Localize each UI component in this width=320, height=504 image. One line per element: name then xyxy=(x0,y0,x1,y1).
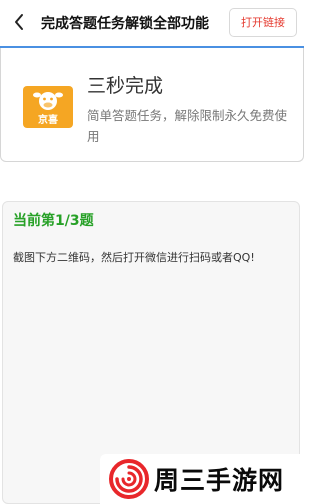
cow-icon xyxy=(33,92,63,110)
swirl-logo-icon xyxy=(109,459,149,499)
page-title: 完成答题任务解锁全部功能 xyxy=(41,16,209,32)
back-button[interactable] xyxy=(8,10,32,34)
task-card: 京喜 三秒完成 简单答题任务，解除限制永久免费使用 xyxy=(0,48,304,162)
watermark-text: 周三手游网 xyxy=(154,466,285,495)
question-progress: 当前第1/3题 xyxy=(13,213,94,229)
open-link-button[interactable]: 打开链接 xyxy=(229,8,297,37)
app-icon: 京喜 xyxy=(23,86,73,128)
chevron-left-icon xyxy=(15,14,23,30)
task-description: 简单答题任务，解除限制永久免费使用 xyxy=(87,108,288,144)
top-bar: 完成答题任务解锁全部功能 打开链接 xyxy=(0,0,304,46)
task-title: 三秒完成 xyxy=(87,75,164,97)
watermark: 周三手游网 xyxy=(100,454,304,504)
app-icon-label: 京喜 xyxy=(38,115,58,126)
question-instruction: 截图下方二维码，然后打开微信进行扫码或者QQ! xyxy=(13,251,255,264)
